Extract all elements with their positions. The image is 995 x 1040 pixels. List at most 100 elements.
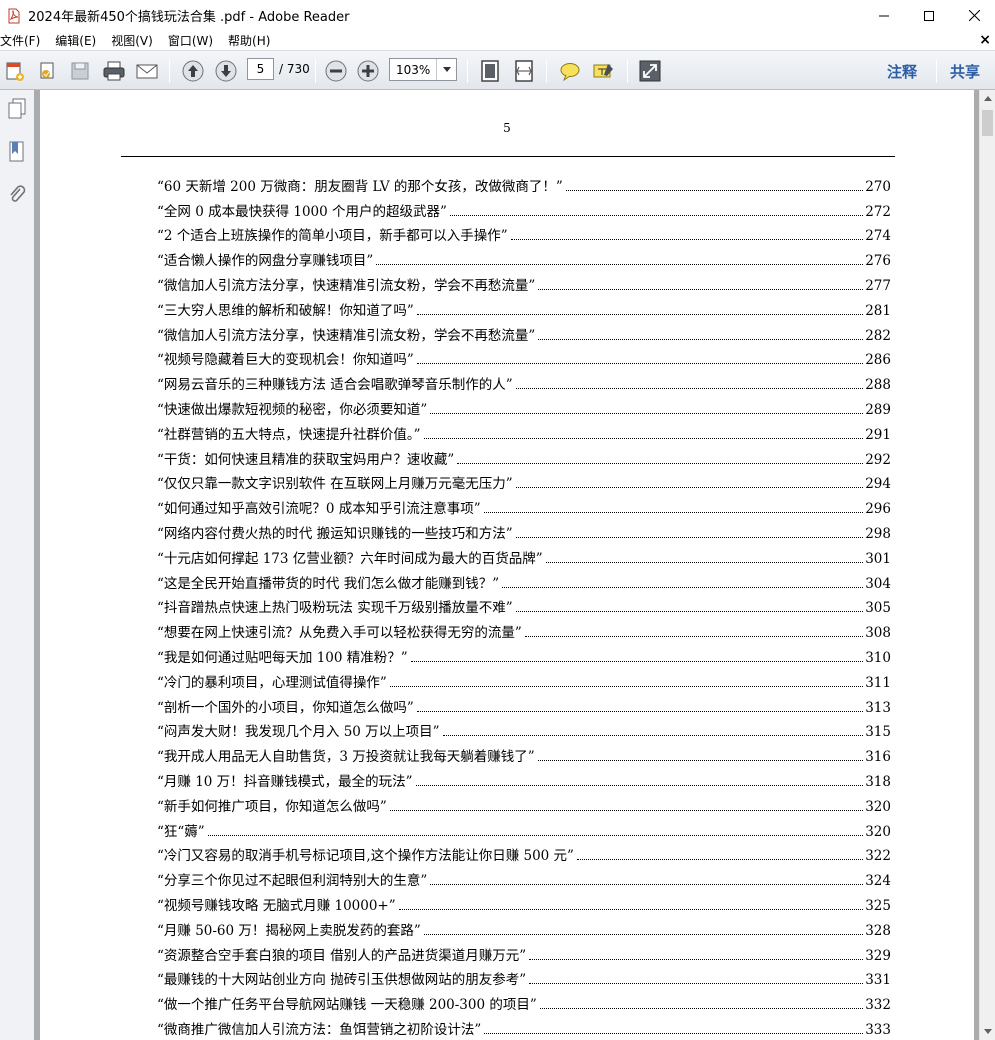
toc-entry-page: 288 [865, 377, 891, 394]
toc-entry-page: 294 [865, 476, 891, 493]
close-document-icon[interactable]: × [979, 32, 991, 48]
toc-entry[interactable]: “干货：如何快速且精准的获取宝妈用户？速收藏” 292 [157, 443, 891, 468]
chevron-down-icon[interactable] [436, 59, 456, 80]
attachments-icon[interactable] [4, 182, 30, 208]
toc-entry-title: “三大穷人思维的解析和破解！你知道了吗” [157, 298, 415, 319]
toc-entry[interactable]: “冷门又容易的取消手机号标记项目,这个操作方法能让你日赚 500 元” 322 [157, 840, 891, 865]
toc-entry-page: 305 [865, 600, 891, 617]
full-screen-button[interactable] [637, 58, 663, 84]
toc-entry-page: 331 [865, 972, 891, 989]
menu-help[interactable]: 帮助(H) [228, 32, 277, 49]
zoom-select[interactable]: 103% [389, 58, 457, 81]
toc-entry-page: 324 [865, 873, 891, 890]
toc-entry[interactable]: “全网 0 成本最快获得 1000 个用户的超级武器” 272 [157, 195, 891, 220]
highlight-button[interactable] [591, 58, 617, 84]
menu-view[interactable]: 视图(V) [111, 32, 160, 49]
toc-entry[interactable]: “网络内容付费火热的时代 搬运知识赚钱的一些技巧和方法” 298 [157, 517, 891, 542]
toc-entry[interactable]: “60 天新增 200 万微商：朋友圈背 LV 的那个女孩，改做微商了！” 270 [157, 170, 891, 195]
close-icon [968, 10, 980, 21]
toc-entry[interactable]: “如何通过知乎高效引流呢？0 成本知乎引流注意事项” 296 [157, 492, 891, 518]
edit-pdf-button[interactable] [35, 58, 61, 84]
toc-entry[interactable]: “资源整合空手套白狼的项目 借别人的产品进货渠道月赚万元” 329 [157, 939, 891, 964]
create-pdf-button[interactable] [2, 58, 28, 84]
toc-entry[interactable]: “适合懒人操作的网盘分享赚钱项目” 276 [157, 244, 891, 270]
toc-entry-page: 304 [865, 575, 891, 592]
toc-entry[interactable]: “月赚 50-60 万！揭秘网上卖脱发药的套路” 328 [157, 914, 891, 939]
next-page-button[interactable] [213, 58, 239, 84]
toc-leader-dots [442, 735, 864, 737]
toc-entry-page: 292 [865, 451, 891, 468]
scroll-down-icon[interactable] [980, 1023, 995, 1040]
toc-entry-title: “微信加人引流方法分享，快速精准引流女粉，学会不再愁流量” [157, 273, 537, 294]
close-window-button[interactable] [951, 0, 995, 31]
maximize-button[interactable] [906, 0, 952, 31]
bookmarks-icon[interactable] [4, 139, 30, 165]
toc-entry-title: “月赚 10 万！抖音赚钱模式，最全的玩法” [157, 769, 414, 790]
share-panel-link[interactable]: 共享 [950, 61, 980, 82]
page-thumbnails-icon[interactable] [4, 96, 30, 122]
toc-entry[interactable]: “三大穷人思维的解析和破解！你知道了吗” 281 [157, 294, 891, 319]
toc-entry-page: 308 [865, 625, 891, 642]
toc-leader-dots [529, 983, 864, 985]
toc-entry[interactable]: “2 个适合上班族操作的简单小项目，新手都可以入手操作” 274 [157, 220, 891, 245]
menu-file[interactable]: 文件(F) [0, 32, 47, 49]
toc-entry[interactable]: “网易云音乐的三种赚钱方法 适合会唱歌弹琴音乐制作的人” 288 [157, 368, 891, 394]
toc-entry[interactable]: “微信加人引流方法分享，快速精准引流女粉，学会不再愁流量” 277 [157, 269, 891, 294]
save-button[interactable] [67, 58, 93, 84]
toc-entry-page: 281 [865, 302, 891, 319]
toc-entry[interactable]: “社群营销的五大特点，快速提升社群价值。” 291 [157, 418, 891, 443]
minimize-button[interactable] [861, 0, 907, 31]
toc-entry[interactable]: “剖析一个国外的小项目，你知道怎么做吗” 313 [157, 691, 891, 716]
toc-entry[interactable]: “月赚 10 万！抖音赚钱模式，最全的玩法” 318 [157, 765, 891, 790]
toc-entry[interactable]: “仅仅只靠一款文字识别软件 在互联网上月赚万元毫无压力” 294 [157, 468, 891, 493]
scroll-up-icon[interactable] [980, 90, 995, 107]
comment-button[interactable] [557, 58, 583, 84]
toc-entry-title: “网络内容付费火热的时代 搬运知识赚钱的一些技巧和方法” [157, 521, 514, 542]
toc-entry[interactable]: “我是如何通过贴吧每天加 100 精准粉？” 310 [157, 641, 891, 666]
toc-entry-title: “视频号隐藏着巨大的变现机会！你知道吗” [157, 348, 415, 369]
toc-leader-dots [515, 611, 864, 613]
scrollbar-thumb[interactable] [982, 110, 993, 136]
toc-entry[interactable]: “冷门的暴利项目，心理测试值得操作” 311 [157, 666, 891, 691]
document-viewport[interactable]: 5 “60 天新增 200 万微商：朋友圈背 LV 的那个女孩，改做微商了！” 2… [35, 90, 979, 1040]
vertical-scrollbar[interactable] [979, 90, 995, 1040]
previous-page-button[interactable] [180, 58, 206, 84]
zoom-out-button[interactable] [323, 58, 349, 84]
zoom-in-button[interactable] [355, 58, 381, 84]
toc-leader-dots [449, 214, 864, 216]
toc-entry[interactable]: “十元店如何撑起 173 亿营业额？六年时间成为最大的百货品牌” 301 [157, 542, 891, 567]
toc-entry[interactable]: “新手如何推广项目，你知道怎么做吗” 320 [157, 790, 891, 815]
toc-entry-title: “适合懒人操作的网盘分享赚钱项目” [157, 249, 375, 270]
save-icon [71, 62, 89, 80]
toc-entry[interactable]: “这是全民开始直播带货的时代 我们怎么做才能赚到钱？” 304 [157, 567, 891, 592]
toc-entry-page: 313 [865, 699, 891, 716]
toc-entry[interactable]: “最赚钱的十大网站创业方向 抛砖引玉供想做网站的朋友参考” 331 [157, 964, 891, 989]
print-button[interactable] [101, 58, 127, 84]
fit-width-button[interactable] [511, 58, 537, 84]
toc-entry[interactable]: “分享三个你见过不起眼但利润特别大的生意” 324 [157, 864, 891, 890]
email-button[interactable] [134, 58, 160, 84]
toc-entry[interactable]: “想要在网上快速引流？从免费入手可以轻松获得无穷的流量” 308 [157, 616, 891, 642]
toc-entry[interactable]: “视频号隐藏着巨大的变现机会！你知道吗” 286 [157, 344, 891, 369]
toc-entry[interactable]: “闷声发大财！我发现几个月入 50 万以上项目” 315 [157, 716, 891, 741]
comment-panel-link[interactable]: 注释 [887, 61, 917, 82]
toc-entry[interactable]: “微商推广微信加人引流方法：鱼饵营销之初阶设计法” 333 [157, 1013, 891, 1038]
toc-leader-dots [389, 685, 864, 687]
toc-entry[interactable]: “狂“薅” 320 [157, 815, 891, 840]
navigation-pane [0, 90, 35, 1040]
fit-page-button[interactable] [477, 58, 503, 84]
toc-leader-dots [524, 636, 864, 638]
toc-entry[interactable]: “快速做出爆款短视频的秘密，你必须要知道” 289 [157, 393, 891, 418]
toc-entry[interactable]: “微信加人引流方法分享，快速精准引流女粉，学会不再愁流量” 282 [157, 319, 891, 344]
toc-entry-title: “60 天新增 200 万微商：朋友圈背 LV 的那个女孩，改做微商了！” [157, 174, 564, 195]
toc-entry[interactable]: “我开成人用品无人自助售货，3 万投资就让我每天躺着赚钱了” 316 [157, 740, 891, 766]
toc-entry[interactable]: “做一个推广任务平台导航网站赚钱 一天稳赚 200-300 的项目” 332 [157, 988, 891, 1014]
toc-entry-title: “我是如何通过贴吧每天加 100 精准粉？” [157, 645, 409, 666]
page-number-input[interactable]: 5 [247, 58, 274, 80]
toc-leader-dots [398, 908, 864, 910]
plus-circle-icon [357, 60, 379, 82]
toc-entry[interactable]: “视频号赚钱攻略 无脑式月赚 10000+” 325 [157, 889, 891, 914]
toc-entry[interactable]: “抖音蹭热点快速上热门吸粉玩法 实现千万级别播放量不难” 305 [157, 592, 891, 617]
menu-window[interactable]: 窗口(W) [168, 32, 220, 49]
menu-edit[interactable]: 编辑(E) [55, 32, 103, 49]
